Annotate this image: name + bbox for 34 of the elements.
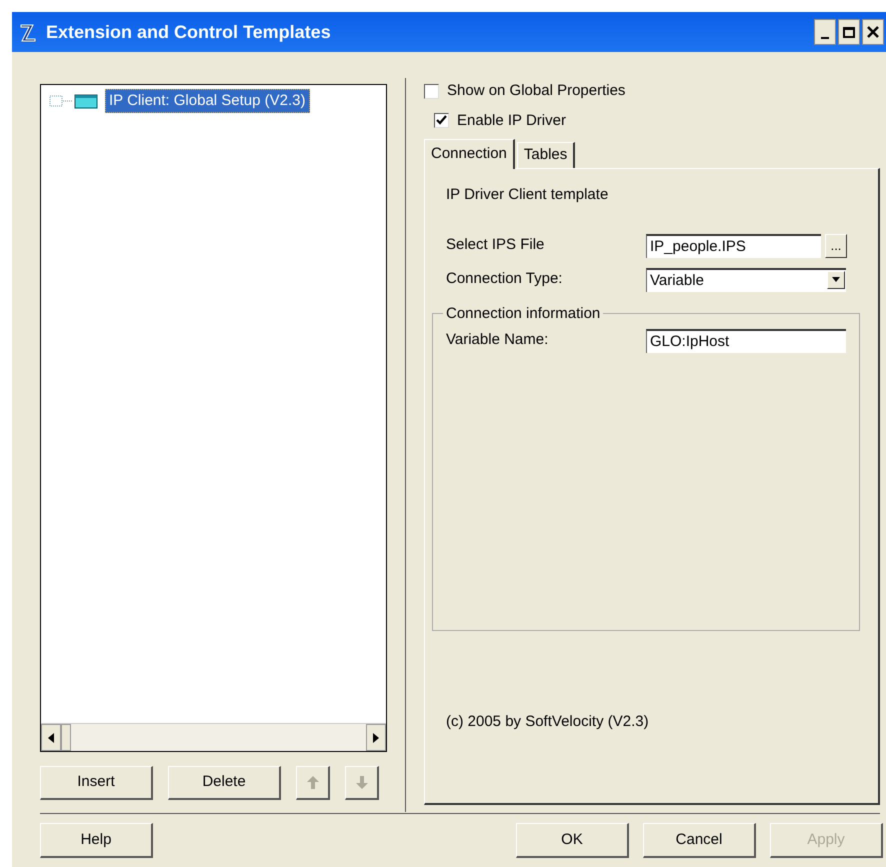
browse-button[interactable]: ...: [825, 234, 847, 258]
field-label: Connection Type:: [446, 269, 564, 290]
tab[interactable]: Connection: [424, 139, 515, 169]
up-arrow-icon: [306, 776, 318, 789]
list-action-button[interactable]: Delete: [168, 766, 281, 800]
horizontal-scrollbar[interactable]: [41, 723, 386, 751]
panel-heading: IP Driver Client template: [446, 185, 610, 205]
close-button[interactable]: [862, 19, 884, 45]
dialog-button[interactable]: Help: [40, 823, 153, 858]
list-action-button[interactable]: Insert: [40, 766, 153, 800]
checkbox-label: Enable IP Driver: [457, 110, 566, 130]
maximize-button[interactable]: [838, 19, 860, 45]
window-title: Extension and Control Templates: [46, 20, 331, 44]
right-arrow-icon: [373, 732, 379, 742]
copyright-text: (c) 2005 by SoftVelocity (V2.3): [446, 712, 650, 732]
field-label: Variable Name:: [446, 330, 550, 350]
down-arrow-icon: [356, 776, 368, 789]
dropdown[interactable]: Variable: [646, 268, 846, 292]
scroll-thumb[interactable]: [61, 724, 71, 751]
scroll-right-button[interactable]: [366, 724, 386, 751]
minimize-button[interactable]: [814, 19, 836, 45]
scroll-left-button[interactable]: [41, 724, 61, 751]
tree-item[interactable]: IP Client: Global Setup (V2.3): [105, 89, 310, 113]
checkbox[interactable]: [424, 84, 439, 99]
input-field[interactable]: GLO:IpHost: [646, 328, 846, 352]
left-arrow-icon: [48, 732, 54, 742]
field-label: Select IPS File: [446, 235, 546, 256]
dialog-button[interactable]: OK: [516, 823, 629, 858]
dialog-button[interactable]: Cancel: [643, 823, 756, 858]
close-icon: [867, 26, 879, 38]
checkbox-label: Show on Global Properties: [447, 81, 626, 101]
tab[interactable]: Tables: [516, 142, 576, 168]
input-field[interactable]: IP_people.IPS: [646, 234, 821, 258]
checkbox[interactable]: [434, 113, 449, 128]
